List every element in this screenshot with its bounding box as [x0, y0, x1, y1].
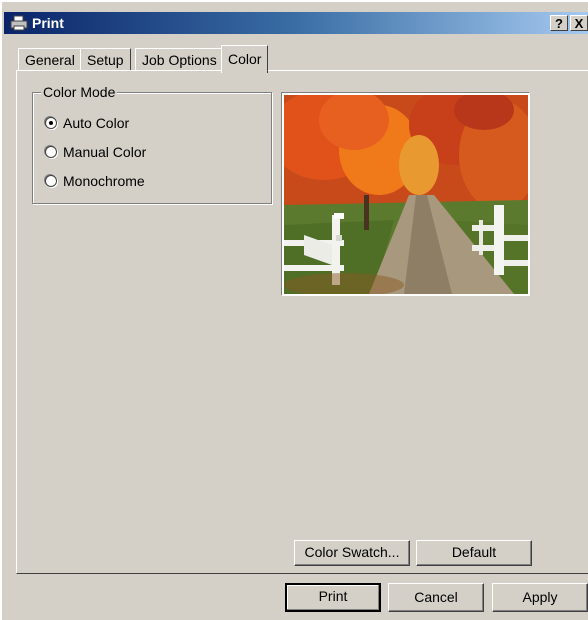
close-icon: X [574, 16, 584, 31]
tab-setup[interactable]: Setup [80, 48, 131, 72]
title-bar[interactable]: Print ? X [4, 12, 588, 34]
tab-label: Setup [87, 52, 124, 68]
button-label: Color Swatch... [304, 544, 400, 560]
tab-label: Color [228, 51, 262, 67]
print-dialog: Print ? X General Setup Job Options Colo… [0, 0, 588, 620]
radio-button[interactable] [45, 117, 57, 129]
radio-button[interactable] [45, 146, 57, 158]
radio-label: Monochrome [63, 173, 145, 189]
color-mode-legend: Color Mode [41, 84, 118, 100]
cancel-button[interactable]: Cancel [388, 583, 484, 612]
button-label: Default [451, 544, 497, 560]
radio-selected-dot [49, 121, 53, 125]
button-label: Apply [522, 589, 558, 605]
radio-button[interactable] [45, 175, 57, 187]
printer-icon [10, 15, 28, 31]
radio-label: Manual Color [63, 144, 147, 160]
tab-label: General [25, 52, 75, 68]
autumn-road-picture [284, 95, 528, 294]
button-label: Cancel [414, 589, 458, 605]
window-title: Print [32, 15, 64, 31]
color-swatch-button[interactable]: Color Swatch... [294, 540, 410, 566]
radio-auto-color[interactable]: Auto Color [45, 113, 129, 133]
print-button[interactable]: Print [285, 583, 381, 612]
color-mode-group: Color Mode Auto Color Manual Color Monoc… [32, 84, 272, 204]
default-button[interactable]: Default [416, 540, 532, 566]
tab-general[interactable]: General [18, 48, 82, 72]
button-label: Print [318, 588, 348, 604]
apply-button[interactable]: Apply [492, 583, 588, 612]
tab-label: Job Options [142, 52, 217, 68]
color-preview-image [282, 93, 530, 296]
radio-label: Auto Color [63, 115, 130, 131]
radio-monochrome[interactable]: Monochrome [45, 171, 145, 191]
radio-manual-color[interactable]: Manual Color [45, 142, 146, 162]
help-button[interactable]: ? [550, 15, 568, 31]
tab-color[interactable]: Color [221, 45, 269, 73]
help-icon: ? [555, 16, 563, 31]
tab-job-options[interactable]: Job Options [135, 48, 224, 72]
close-button[interactable]: X [570, 15, 588, 31]
